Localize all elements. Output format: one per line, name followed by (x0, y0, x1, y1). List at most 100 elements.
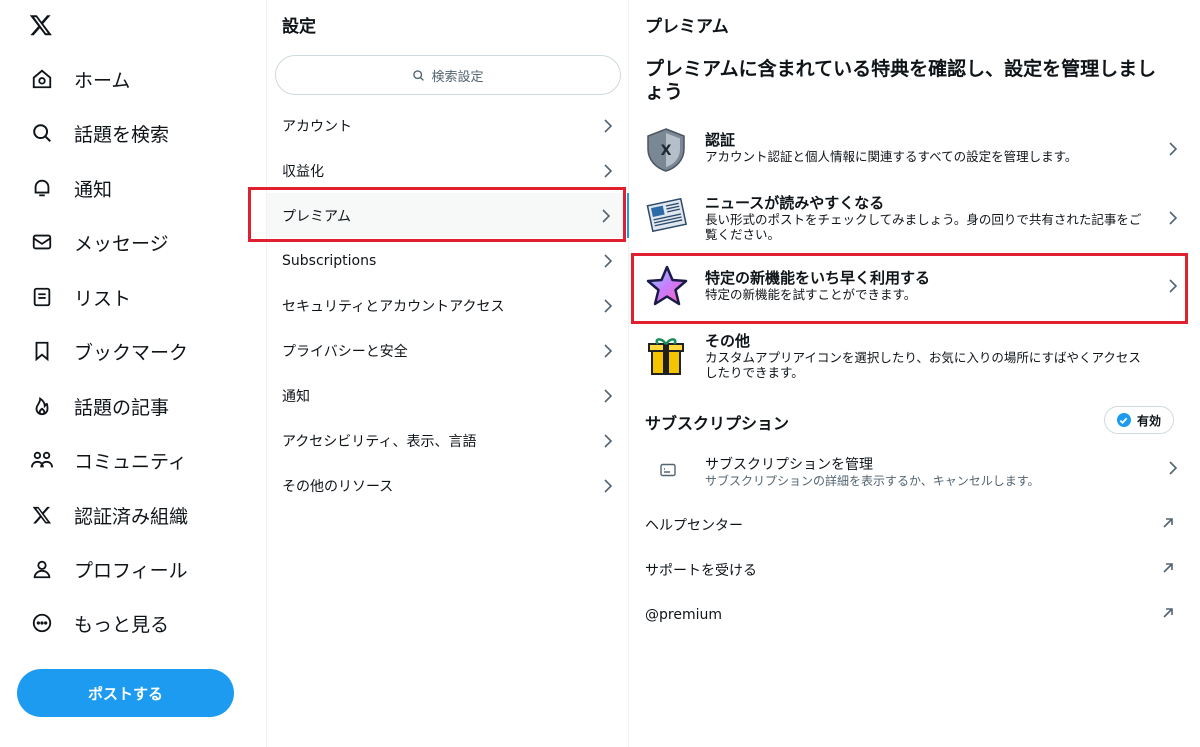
chevron-right-icon (1168, 278, 1178, 297)
premium-title: プレミアム (645, 17, 729, 37)
nav-verified-orgs[interactable]: 認証済み組織 (18, 491, 200, 539)
check-icon (1116, 413, 1131, 427)
nav-label: 話題の記事 (74, 396, 170, 419)
feature-early-access[interactable]: 特定の新機能をいち早く利用する 特定の新機能を試すことができます。 (630, 258, 1190, 318)
flame-icon (30, 394, 54, 418)
help-center-link[interactable]: ヘルプセンター (630, 505, 1190, 545)
chevron-right-icon (603, 388, 613, 403)
nav-explore[interactable]: 話題を検索 (18, 109, 181, 157)
settings-search-input[interactable]: 検索設定 (275, 55, 621, 95)
nav-label: メッセージ (74, 232, 169, 255)
person-icon (30, 557, 54, 581)
settings-item-label: Subscriptions (282, 252, 377, 269)
gift-icon (644, 334, 690, 380)
premium-column: プレミアム プレミアムに含まれている特典を確認し、設定を管理しましょう X 認証… (630, 0, 1200, 747)
settings-item-subscriptions[interactable]: Subscriptions (267, 238, 629, 283)
chevron-right-icon (603, 478, 613, 493)
nav-notifications[interactable]: 通知 (18, 164, 124, 212)
manage-subscription[interactable]: サブスクリプションを管理 サブスクリプションの詳細を表示するか、キャンセルします… (630, 448, 1190, 492)
link-label: ヘルプセンター (645, 518, 743, 534)
badge-label: 有効 (1136, 413, 1161, 428)
feature-news[interactable]: ニュースが読みやすくなる 長い形式のポストをチェックしてみましょう。身の回りで共… (630, 192, 1190, 244)
nav-label: 認証済み組織 (74, 505, 189, 528)
chevron-right-icon (603, 343, 613, 358)
x-logo-icon (30, 503, 54, 527)
external-link-icon (1162, 607, 1174, 623)
list-icon (30, 285, 54, 309)
settings-item-security[interactable]: セキュリティとアカウントアクセス (267, 283, 629, 328)
feature-description: カスタムアプリアイコンを選択したり、お気に入りの場所にすばやくアクセスしたりでき… (705, 350, 1141, 380)
manage-subscription-description: サブスクリプションの詳細を表示するか、キャンセルします。 (705, 474, 1040, 488)
settings-item-label: その他のリソース (282, 478, 394, 495)
settings-item-label: セキュリティとアカウントアクセス (282, 298, 505, 315)
chevron-right-icon (1168, 460, 1178, 479)
nav-bookmarks[interactable]: ブックマーク (18, 327, 200, 375)
settings-item-notifications[interactable]: 通知 (267, 373, 629, 418)
settings-item-label: プレミアム (282, 208, 352, 225)
premium-account-link[interactable]: @premium (630, 595, 1190, 635)
chevron-right-icon (1168, 210, 1178, 229)
nav-communities[interactable]: コミュニティ (18, 436, 199, 484)
nav-label: コミュニティ (74, 450, 187, 473)
nav-messages[interactable]: メッセージ (18, 218, 181, 266)
shield-icon: X (644, 127, 690, 173)
settings-item-account[interactable]: アカウント (267, 103, 629, 148)
feature-other[interactable]: その他 カスタムアプリアイコンを選択したり、お気に入りの場所にすばやくアクセスし… (630, 330, 1190, 382)
settings-item-premium[interactable]: プレミアム (267, 193, 629, 238)
more-circle-icon (30, 611, 54, 635)
settings-item-label: 通知 (282, 388, 310, 405)
manage-subscription-title: サブスクリプションを管理 (705, 457, 873, 473)
external-link-icon (1162, 562, 1174, 578)
premium-subheading: プレミアムに含まれている特典を確認し、設定を管理しましょう (645, 58, 1157, 103)
home-icon (30, 67, 54, 91)
settings-column: 設定 検索設定 アカウント 収益化 プレミアム Subscriptions セキ… (267, 0, 629, 747)
nav-profile[interactable]: プロフィール (18, 545, 200, 593)
get-support-link[interactable]: サポートを受ける (630, 550, 1190, 590)
feature-description: 特定の新機能を試すことができます。 (705, 287, 917, 302)
feature-description: 長い形式のポストをチェックしてみましょう。身の回りで共有された記事をご覧ください… (705, 212, 1142, 242)
nav-more[interactable]: もっと見る (18, 599, 181, 647)
feature-verification[interactable]: X 認証 アカウント認証と個人情報に関連するすべての設定を管理します。 (630, 125, 1190, 175)
settings-item-label: アクセシビリティ、表示、言語 (282, 433, 477, 450)
feature-title: その他 (705, 332, 751, 350)
external-link-icon (1162, 517, 1174, 533)
settings-title: 設定 (282, 17, 316, 37)
settings-item-privacy[interactable]: プライバシーと安全 (267, 328, 629, 373)
post-button[interactable]: ポストする (17, 669, 234, 717)
chevron-right-icon (603, 163, 613, 178)
people-icon (30, 448, 54, 472)
newspaper-icon (644, 194, 690, 240)
feature-description: アカウント認証と個人情報に関連するすべての設定を管理します。 (705, 149, 1078, 164)
feature-title: ニュースが読みやすくなる (705, 194, 885, 212)
nav-lists[interactable]: リスト (18, 273, 143, 321)
nav-articles[interactable]: 話題の記事 (18, 382, 181, 430)
nav-label: ブックマーク (74, 341, 189, 364)
nav-home[interactable]: ホーム (18, 55, 142, 103)
chevron-right-icon (603, 298, 613, 313)
bookmark-icon (30, 339, 54, 363)
x-logo-icon[interactable] (26, 10, 56, 40)
bell-icon (30, 176, 54, 200)
search-placeholder: 検索設定 (431, 69, 484, 85)
feature-title: 特定の新機能をいち早く利用する (705, 269, 931, 287)
chevron-right-icon (603, 253, 613, 268)
settings-item-label: 収益化 (282, 163, 324, 180)
nav-label: リスト (74, 287, 132, 310)
settings-item-monetization[interactable]: 収益化 (267, 148, 629, 193)
settings-item-label: プライバシーと安全 (282, 343, 408, 360)
settings-item-resources[interactable]: その他のリソース (267, 463, 629, 508)
feature-title: 認証 (705, 131, 736, 149)
nav-label: もっと見る (74, 613, 170, 636)
link-label: @premium (645, 607, 722, 623)
search-icon (30, 121, 54, 145)
settings-item-label: アカウント (282, 118, 352, 135)
status-badge: 有効 (1104, 406, 1174, 434)
star-icon (644, 264, 690, 310)
link-label: サポートを受ける (645, 563, 757, 579)
nav-label: プロフィール (74, 559, 188, 582)
nav-label: 話題を検索 (74, 123, 170, 146)
chevron-right-icon (601, 208, 611, 223)
left-navigation: ホーム 話題を検索 通知 メッセージ リスト ブックマーク 話題の記事 コミュニ… (0, 0, 267, 747)
settings-item-accessibility[interactable]: アクセシビリティ、表示、言語 (267, 418, 629, 463)
chevron-right-icon (603, 433, 613, 448)
